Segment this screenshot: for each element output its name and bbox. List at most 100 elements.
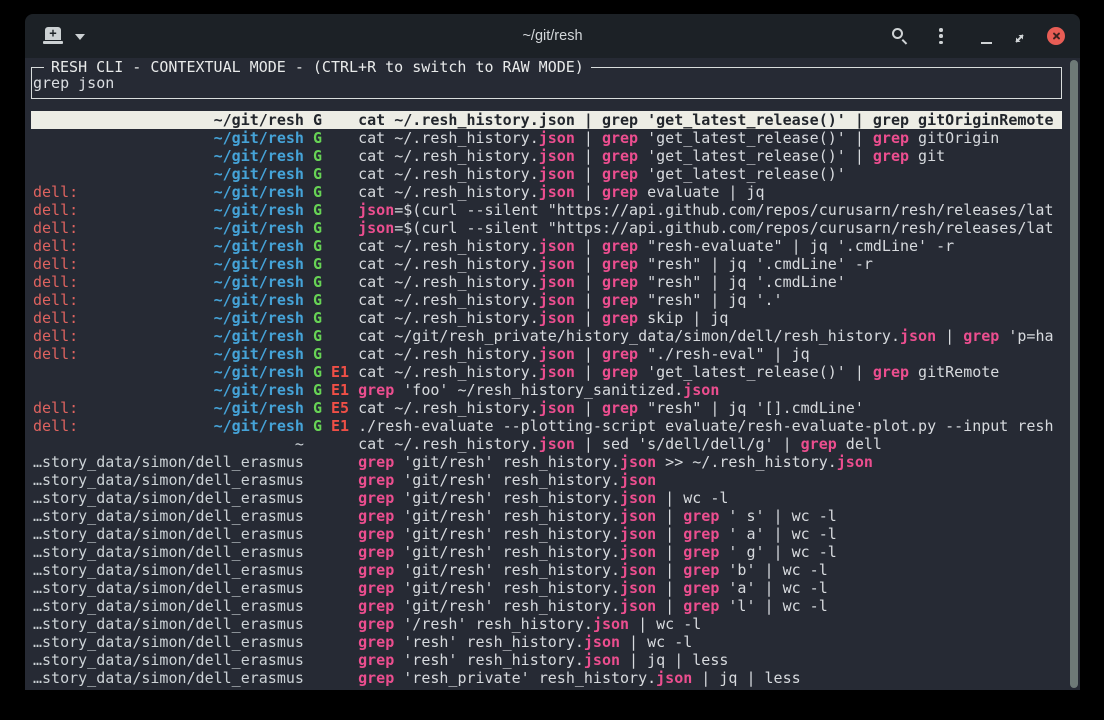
history-row[interactable]: dell: ~/git/resh G cat ~/.resh_history.j… xyxy=(31,183,1062,201)
directory-label: …story_data/simon/dell_erasmus xyxy=(33,489,304,507)
host-label: dell: xyxy=(33,399,78,417)
directory-label: ~/git/resh xyxy=(214,327,304,345)
command-text: 'git/resh' resh_history. xyxy=(394,561,620,579)
git-flag xyxy=(304,615,322,633)
match-highlight: grep xyxy=(358,669,394,687)
history-row[interactable]: …story_data/simon/dell_erasmus grep 'git… xyxy=(31,579,1062,597)
match-highlight: json xyxy=(620,597,656,615)
minimize-button[interactable] xyxy=(981,42,992,44)
history-row[interactable]: dell: ~/git/resh G E5 cat ~/.resh_histor… xyxy=(31,399,1062,417)
git-flag: G xyxy=(304,399,322,417)
close-button[interactable] xyxy=(1047,27,1065,45)
host-label: dell: xyxy=(33,309,78,327)
git-flag xyxy=(304,597,322,615)
command-text: 'git/resh' resh_history. xyxy=(394,525,620,543)
history-row[interactable]: dell: ~/git/resh G json=$(curl --silent … xyxy=(31,219,1062,237)
match-highlight: grep xyxy=(683,561,719,579)
git-flag: G xyxy=(304,165,322,183)
history-row[interactable]: …story_data/simon/dell_erasmus grep '/re… xyxy=(31,615,1062,633)
command-text: | xyxy=(656,525,683,543)
history-row[interactable]: …story_data/simon/dell_erasmus grep 'res… xyxy=(31,651,1062,669)
command-text: | xyxy=(575,345,602,363)
git-flag: G xyxy=(304,327,322,345)
match-highlight: grep xyxy=(602,291,638,309)
exit-status-flag xyxy=(322,201,349,219)
directory-label: ~/git/resh xyxy=(214,255,304,273)
command-text: cat ~/.resh_history. xyxy=(358,165,539,183)
history-row[interactable]: dell: ~/git/resh G cat ~/.resh_history.j… xyxy=(31,291,1062,309)
git-flag: G xyxy=(304,309,322,327)
command-text: 'foo' ~/resh_history_sanitized. xyxy=(394,381,683,399)
history-row[interactable]: dell: ~/git/resh G cat ~/.resh_history.j… xyxy=(31,309,1062,327)
history-row[interactable]: ~/git/resh G cat ~/.resh_history.json | … xyxy=(31,111,1062,129)
exit-status-flag xyxy=(322,525,349,543)
command-text: 'get_latest_release()' | xyxy=(638,363,873,381)
command-text: | wc -l xyxy=(620,633,692,651)
command-text: gitRemote xyxy=(909,363,999,381)
command-text: | xyxy=(656,597,683,615)
history-row[interactable]: ~ cat ~/.resh_history.json | sed 's/dell… xyxy=(31,435,1062,453)
history-row[interactable]: …story_data/simon/dell_erasmus grep 'git… xyxy=(31,489,1062,507)
command-text: '/resh' resh_history. xyxy=(394,615,593,633)
command-text: ./resh-evaluate --plotting-script evalua… xyxy=(358,417,1053,435)
exit-status-flag xyxy=(322,111,349,129)
command-text: 'l' | wc -l xyxy=(719,597,827,615)
directory-label: ~/git/resh xyxy=(214,147,304,165)
history-row[interactable]: …story_data/simon/dell_erasmus grep 'git… xyxy=(31,597,1062,615)
history-row[interactable]: …story_data/simon/dell_erasmus grep 'res… xyxy=(31,669,1062,687)
host-label: dell: xyxy=(33,327,78,345)
resh-query-box[interactable]: RESH CLI - CONTEXTUAL MODE - (CTRL+R to … xyxy=(31,67,1062,99)
history-row[interactable]: dell: ~/git/resh G cat ~/git/resh_privat… xyxy=(31,327,1062,345)
command-text: cat ~/.resh_history. xyxy=(358,309,539,327)
menu-kebab-icon[interactable] xyxy=(939,28,943,44)
history-row[interactable]: …story_data/simon/dell_erasmus grep 'git… xyxy=(31,525,1062,543)
exit-status-flag xyxy=(322,651,349,669)
history-row[interactable]: ~/git/resh G cat ~/.resh_history.json | … xyxy=(31,147,1062,165)
directory-label: …story_data/simon/dell_erasmus xyxy=(33,669,304,687)
history-row[interactable]: ~/git/resh G cat ~/.resh_history.json | … xyxy=(31,165,1062,183)
search-icon[interactable] xyxy=(891,27,909,45)
history-row[interactable]: …story_data/simon/dell_erasmus grep 'git… xyxy=(31,453,1062,471)
history-row[interactable]: dell: ~/git/resh G cat ~/.resh_history.j… xyxy=(31,273,1062,291)
host-label: dell: xyxy=(33,219,78,237)
git-flag: G xyxy=(304,363,322,381)
directory-label: ~/git/resh xyxy=(214,399,304,417)
command-text: 'git/resh' resh_history. xyxy=(394,507,620,525)
host-label: dell: xyxy=(33,183,78,201)
history-row[interactable]: ~/git/resh G E1 cat ~/.resh_history.json… xyxy=(31,363,1062,381)
command-text: 'git/resh' resh_history. xyxy=(394,597,620,615)
host-label: dell: xyxy=(33,255,78,273)
command-text: ' g' | wc -l xyxy=(719,543,836,561)
history-row[interactable]: dell: ~/git/resh G cat ~/.resh_history.j… xyxy=(31,237,1062,255)
host-label: dell: xyxy=(33,237,78,255)
match-highlight: grep xyxy=(683,597,719,615)
restore-button[interactable] xyxy=(1013,30,1026,43)
history-row[interactable]: dell: ~/git/resh G E1 ./resh-evaluate --… xyxy=(31,417,1062,435)
history-row[interactable]: …story_data/simon/dell_erasmus grep 'res… xyxy=(31,633,1062,651)
history-row[interactable]: …story_data/simon/dell_erasmus grep 'git… xyxy=(31,561,1062,579)
history-row[interactable]: dell: ~/git/resh G cat ~/.resh_history.j… xyxy=(31,345,1062,363)
match-highlight: grep xyxy=(358,651,394,669)
exit-status-flag xyxy=(322,273,349,291)
history-row[interactable]: …story_data/simon/dell_erasmus grep 'git… xyxy=(31,507,1062,525)
history-row[interactable]: ~/git/resh G cat ~/.resh_history.json | … xyxy=(31,129,1062,147)
scrollbar-thumb[interactable] xyxy=(1070,60,1078,688)
match-highlight: grep xyxy=(683,525,719,543)
command-text: 'git/resh' resh_history. xyxy=(394,543,620,561)
exit-status-flag xyxy=(322,489,349,507)
history-row[interactable]: …story_data/simon/dell_erasmus grep 'git… xyxy=(31,471,1062,489)
history-row[interactable]: …story_data/simon/dell_erasmus grep 'git… xyxy=(31,543,1062,561)
command-text: cat ~/.resh_history. xyxy=(358,345,539,363)
command-text: cat ~/.resh_history. xyxy=(358,255,539,273)
history-row[interactable]: dell: ~/git/resh G json=$(curl --silent … xyxy=(31,201,1062,219)
match-highlight: grep xyxy=(873,129,909,147)
match-highlight: json xyxy=(620,489,656,507)
command-text: 'resh' resh_history. xyxy=(394,633,584,651)
match-highlight: grep xyxy=(358,543,394,561)
command-text: 'resh_private' resh_history. xyxy=(394,669,656,687)
history-row[interactable]: dell: ~/git/resh G cat ~/.resh_history.j… xyxy=(31,255,1062,273)
command-text: "resh" | jq '.cmdLine' xyxy=(638,273,846,291)
command-text: git xyxy=(909,147,945,165)
history-row[interactable]: ~/git/resh G E1 grep 'foo' ~/resh_histor… xyxy=(31,381,1062,399)
match-highlight: grep xyxy=(683,579,719,597)
